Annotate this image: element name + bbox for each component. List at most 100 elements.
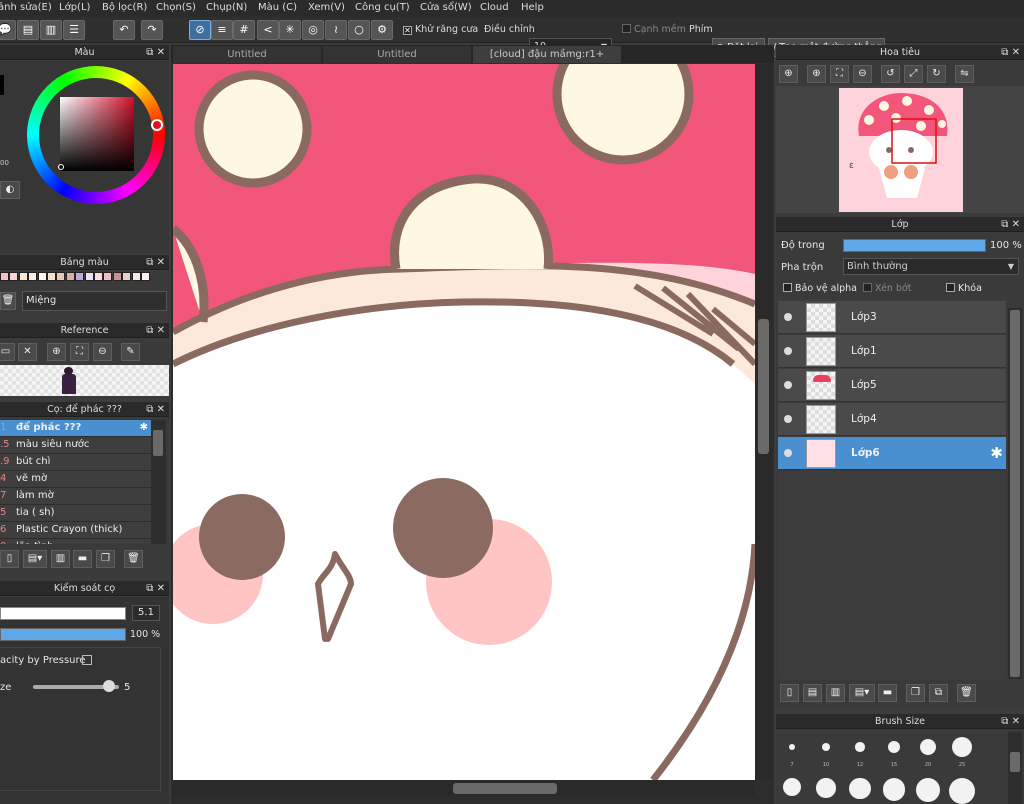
brush-size-dot[interactable] <box>920 739 936 755</box>
brush-size-dot[interactable] <box>789 744 795 750</box>
hue-cursor[interactable] <box>151 119 163 131</box>
menu-filter[interactable]: Bộ lọc(R) <box>102 2 147 13</box>
panel-close-icon[interactable]: ⧉ ✕ <box>1001 217 1020 232</box>
palette-swatch[interactable] <box>122 272 132 281</box>
new-brush-icon[interactable]: ▯ <box>0 550 19 568</box>
gear-icon[interactable]: ✱ <box>140 420 148 436</box>
brush-add-menu-icon[interactable]: ▤▾ <box>23 550 47 568</box>
antialias-checkbox[interactable]: ✕ Khử răng cưa <box>403 24 478 35</box>
duplicate-icon[interactable]: ❐ <box>96 550 115 568</box>
panel-close-icon[interactable]: ⧉ ✕ <box>146 402 165 417</box>
palette-swatch[interactable] <box>65 272 75 281</box>
brush-size-scroll-thumb[interactable] <box>1010 752 1020 772</box>
panel-close-icon[interactable]: ⧉ ✕ <box>146 323 165 338</box>
foreground-swatch[interactable] <box>0 75 4 95</box>
brush-size-dot[interactable] <box>783 778 801 796</box>
layer-row[interactable]: Lớp5 <box>778 369 1006 402</box>
add-layer-menu-icon[interactable]: ▤▾ <box>849 684 875 702</box>
brush-size-dot[interactable] <box>915 778 941 803</box>
panel-close-icon[interactable]: ⧉ ✕ <box>146 45 165 60</box>
palette-swatch[interactable] <box>47 272 56 281</box>
folder-icon[interactable]: ▬ <box>73 550 92 568</box>
lock-checkbox[interactable]: Khóa <box>946 283 982 294</box>
brush-item[interactable]: .5 màu siêu nước <box>0 437 151 454</box>
speech-bubble-icon[interactable]: 💬 <box>0 20 16 40</box>
new-layer-copy-icon[interactable]: ▤ <box>803 684 822 702</box>
zoom-out-icon[interactable]: ⊖ <box>93 343 112 361</box>
fit-icon[interactable]: ⛶ <box>830 65 849 83</box>
folder-open-icon[interactable]: ▭ <box>0 343 15 361</box>
brush-size-dot[interactable] <box>882 778 906 801</box>
fit-icon[interactable]: ⛶ <box>70 343 89 361</box>
reference-image[interactable] <box>0 365 169 396</box>
palette-swatch[interactable] <box>131 272 141 281</box>
zoom-in-icon[interactable]: ⊕ <box>807 65 826 83</box>
brush-size-dot[interactable] <box>949 778 975 804</box>
layer-row[interactable]: Lớp4 <box>778 403 1006 436</box>
horizontal-scroll-thumb[interactable] <box>453 783 557 794</box>
menu-help[interactable]: Help <box>521 2 544 13</box>
visibility-icon[interactable] <box>784 313 792 321</box>
merge-icon[interactable]: ⧉ <box>929 684 948 702</box>
palette-swatch[interactable] <box>0 272 9 281</box>
palette-swatch[interactable] <box>112 272 122 281</box>
new-layer-icon[interactable]: ▯ <box>780 684 799 702</box>
sv-cursor[interactable] <box>58 164 64 170</box>
menu-layer[interactable]: Lớp(L) <box>59 2 90 13</box>
layer-row[interactable]: Lớp6 ✱ <box>778 437 1006 470</box>
palette-swatch[interactable] <box>75 272 85 281</box>
menu-view[interactable]: Xem(V) <box>308 2 345 13</box>
menu-capture[interactable]: Chụp(N) <box>206 2 247 13</box>
grid-snap-icon[interactable]: # <box>233 20 255 40</box>
document-icon[interactable]: ▥ <box>40 20 62 40</box>
layer-scroll-thumb[interactable] <box>1010 310 1020 677</box>
parallel-snap-icon[interactable]: ≡ <box>211 20 233 40</box>
zoom-out-icon[interactable]: ⊖ <box>853 65 872 83</box>
panel-close-icon[interactable]: ⧉ ✕ <box>146 255 165 270</box>
brush-size-dot[interactable] <box>888 741 900 753</box>
brush-item[interactable]: 6 Plastic Crayon (thick) <box>0 522 151 539</box>
horizontal-scrollbar[interactable] <box>173 780 755 796</box>
palette-swatch[interactable] <box>18 272 28 281</box>
palette-swatches[interactable] <box>0 272 151 288</box>
tab-untitled-1[interactable]: Untitled <box>173 46 321 63</box>
brush-size-dot[interactable] <box>822 743 830 751</box>
layer-opacity-track[interactable] <box>843 239 986 252</box>
folder-icon[interactable]: ▬ <box>878 684 897 702</box>
visibility-icon[interactable] <box>784 347 792 355</box>
smooth-checkbox[interactable]: Cạnh mềm <box>622 24 686 35</box>
rotate-left-icon[interactable]: ↺ <box>881 65 900 83</box>
curve-snap-icon[interactable]: ≀ <box>325 20 347 40</box>
circle-snap-icon[interactable]: ◎ <box>302 20 324 40</box>
panel-close-icon[interactable]: ⧉ ✕ <box>1001 45 1020 60</box>
panel-close-icon[interactable]: ⧉ ✕ <box>146 581 165 596</box>
brush-item[interactable]: 7 làm mờ <box>0 488 151 505</box>
menu-window[interactable]: Cửa sổ(W) <box>420 2 472 13</box>
trash-icon[interactable]: 🗑 <box>957 684 976 702</box>
palette-swatch[interactable] <box>103 272 113 281</box>
navigator-thumbnail[interactable]: ε <box>839 88 963 212</box>
brush-scroll-thumb[interactable] <box>153 430 163 456</box>
menu-select[interactable]: Chọn(S) <box>156 2 196 13</box>
palette-swatch[interactable] <box>94 272 103 281</box>
tab-untitled-2[interactable]: Untitled <box>323 46 471 63</box>
brush-size-bar[interactable] <box>0 607 126 620</box>
brush-item[interactable]: 4 vẽ mờ <box>0 471 151 488</box>
layer-row[interactable]: Lớp3 <box>778 301 1006 334</box>
radial-snap-icon[interactable]: ✳ <box>279 20 301 40</box>
palette-swatch[interactable] <box>141 272 150 281</box>
clip-checkbox[interactable]: Xén bớt <box>863 283 912 294</box>
vertical-scrollbar[interactable] <box>755 64 772 780</box>
redo-button[interactable]: ↷ <box>141 20 163 40</box>
brush-size-dot[interactable] <box>855 742 865 752</box>
brush-item[interactable]: .9 bút chì <box>0 454 151 471</box>
pressure-checkbox[interactable] <box>82 655 92 665</box>
layer-row[interactable]: Lớp1 <box>778 335 1006 368</box>
zoom-in-icon[interactable]: ⊕ <box>779 65 798 83</box>
snap-off-icon[interactable]: ⊘ <box>189 20 211 40</box>
list-icon[interactable]: ☰ <box>63 20 85 40</box>
layer-scrollbar[interactable] <box>1008 308 1022 679</box>
perspective-snap-icon[interactable]: < <box>257 20 279 40</box>
close-icon[interactable]: ✕ <box>18 343 37 361</box>
brush-size-scrollbar[interactable] <box>1008 732 1022 804</box>
